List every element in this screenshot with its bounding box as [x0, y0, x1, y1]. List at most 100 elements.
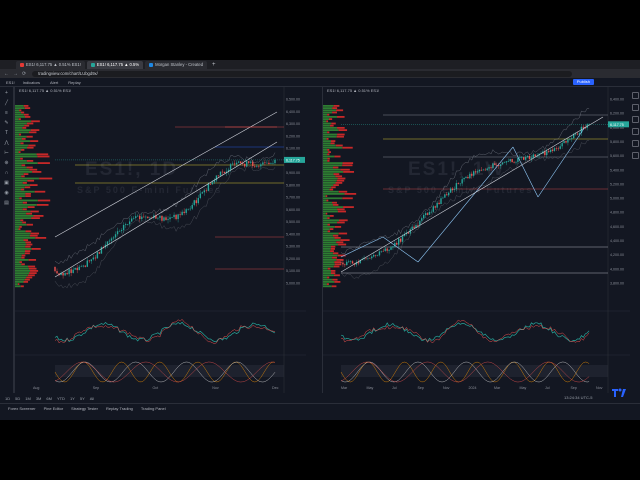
replay-button[interactable]: Replay	[66, 80, 82, 85]
left-chart-pane[interactable]: 6,500.00 6,400.00 6,300.00 6,200.00 6,100.00…	[14, 87, 306, 393]
volume-profile-bar	[323, 146, 343, 149]
ideas-icon[interactable]	[631, 152, 639, 159]
volume-profile-bar	[15, 221, 23, 224]
volume-profile-bar	[323, 206, 344, 208]
reload-icon[interactable]: ⟳	[22, 71, 26, 77]
back-icon[interactable]: ←	[4, 71, 9, 77]
symbol-search[interactable]: ES1!	[6, 80, 15, 85]
tab-forex-screener[interactable]: Forex Screener	[8, 406, 36, 411]
volume-profile-bar	[334, 237, 341, 239]
volume-profile-bar	[336, 135, 344, 138]
candle-body	[440, 198, 442, 205]
volume-profile-bar	[323, 177, 338, 180]
volume-profile-bar	[30, 129, 40, 131]
volume-profile-bar	[323, 252, 333, 255]
range-all[interactable]: All	[90, 396, 94, 401]
measure-icon[interactable]: ⊢	[4, 150, 10, 156]
range-ytd[interactable]: YTD	[57, 396, 65, 401]
volume-profile-bar	[331, 122, 336, 125]
chat-icon[interactable]	[631, 140, 639, 147]
candle-body	[137, 215, 139, 217]
range-3m[interactable]: 3M	[36, 396, 42, 401]
news-icon[interactable]	[631, 116, 639, 123]
eye-icon[interactable]: ◉	[4, 190, 10, 196]
url-field[interactable]: tradingview.com/chart/LUbgd9x/	[32, 70, 573, 77]
candle-body	[74, 267, 76, 270]
range-1y[interactable]: 1Y	[70, 396, 75, 401]
zoom-icon[interactable]: ⊕	[4, 160, 10, 166]
candle-body	[135, 216, 137, 218]
volume-profile-bar	[328, 151, 331, 153]
tab-trading-panel[interactable]: Trading Panel	[141, 406, 166, 411]
widget-bar	[629, 87, 640, 393]
candle-body	[434, 206, 436, 208]
candle-body	[130, 218, 133, 222]
volume-profile-bar	[323, 164, 343, 167]
tab-replay-trading[interactable]: Replay Trading	[106, 406, 133, 411]
volume-profile-bar	[15, 105, 24, 107]
candle-body	[133, 217, 135, 219]
crosshair-icon[interactable]: +	[4, 90, 10, 96]
range-1d[interactable]: 1D	[5, 396, 10, 401]
range-1m[interactable]: 1M	[25, 396, 31, 401]
lock-icon[interactable]: ▣	[4, 180, 10, 186]
text-icon[interactable]: T	[4, 130, 10, 136]
publish-button[interactable]: Publish	[572, 79, 594, 85]
watchlist-icon[interactable]	[631, 92, 639, 99]
browser-tab-3[interactable]: Morgan Stanley - Created	[145, 61, 208, 69]
volume-profile-bar	[15, 155, 38, 158]
candle-body	[392, 246, 394, 248]
brush-icon[interactable]: ✎	[4, 120, 10, 126]
volume-profile-bar	[15, 239, 24, 241]
new-tab-icon[interactable]: +	[212, 61, 216, 69]
volume-profile-bar	[36, 204, 49, 206]
screen-frame: ES1! 6,117.75 ▲ 0.51% ES1! ES1! 6,117.75…	[0, 60, 640, 420]
left-chart-canvas[interactable]: 6,500.00 6,400.00 6,300.00 6,200.00 6,100.00…	[15, 87, 306, 393]
volume-profile-bar	[25, 193, 31, 195]
calendar-icon[interactable]	[631, 128, 639, 135]
alerts-icon[interactable]	[631, 104, 639, 111]
volume-profile-bar	[15, 263, 22, 266]
volume-profile-bar	[25, 230, 32, 233]
volume-profile-bar	[15, 133, 19, 136]
volume-profile-bar	[330, 250, 334, 252]
candle-body	[92, 257, 95, 260]
volume-profile-bar	[342, 146, 353, 149]
pattern-icon[interactable]: ⋀	[4, 140, 10, 146]
volume-profile-bar	[29, 272, 37, 274]
browser-tab-1[interactable]: ES1! 6,117.75 ▲ 0.51% ES1!	[16, 61, 85, 69]
volume-profile-bar	[334, 261, 341, 263]
candle-body	[112, 237, 115, 239]
right-chart-canvas[interactable]: 6,400.006,200.006,000.005,800.005,600.00…	[323, 87, 630, 393]
magnet-icon[interactable]: ∩	[4, 170, 10, 176]
right-chart-pane[interactable]: 6,400.00 6,200.00 6,000.00 5,800.00 5,600.00…	[322, 87, 630, 393]
indicators-button[interactable]: Indicators	[21, 80, 42, 85]
volume-profile-bar	[15, 113, 24, 116]
tab-pine-editor[interactable]: Pine Editor	[44, 406, 64, 411]
volume-profile-bar	[323, 259, 337, 261]
volume-profile-bar	[19, 226, 22, 228]
candle-body	[532, 154, 535, 158]
chart-toolbar: ES1! Indicators Alert Replay Publish	[0, 78, 640, 87]
range-5d[interactable]: 5D	[15, 396, 20, 401]
range-6m[interactable]: 6M	[46, 396, 52, 401]
volume-profile-bar	[323, 124, 330, 127]
price-tick-label: 4,800.00	[610, 211, 624, 215]
candle-body	[195, 200, 197, 204]
candle-body	[522, 157, 525, 160]
volume-profile-bar	[26, 166, 33, 169]
fib-icon[interactable]: ≡	[4, 110, 10, 116]
volume-profile-bar	[15, 256, 22, 259]
volume-profile-bar	[15, 195, 26, 197]
candle-body	[163, 217, 165, 221]
trash-icon[interactable]: ▤	[4, 200, 10, 206]
browser-tab-2[interactable]: ES1! 6,117.75 ▲ 0.5%	[86, 61, 144, 69]
forward-icon[interactable]: →	[13, 71, 18, 77]
alert-button[interactable]: Alert	[48, 80, 60, 85]
volume-profile-bar	[22, 201, 28, 204]
time-tick-label: Aug	[33, 386, 39, 390]
volume-profile-bar	[15, 197, 20, 200]
range-5y[interactable]: 5Y	[80, 396, 85, 401]
tab-strategy-tester[interactable]: Strategy Tester	[71, 406, 98, 411]
trendline-icon[interactable]: ╱	[4, 100, 10, 106]
